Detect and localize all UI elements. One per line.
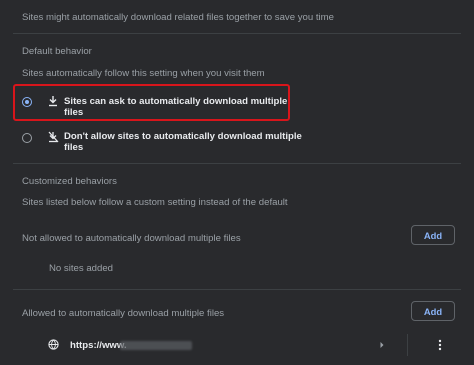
redacted-url [120, 341, 192, 350]
option-allow-label: Sites can ask to automatically download … [64, 96, 288, 118]
add-not-allowed-button[interactable]: Add [411, 225, 455, 245]
globe-icon [48, 339, 59, 350]
divider [13, 33, 461, 34]
default-behavior-heading: Default behavior [22, 46, 92, 57]
no-sites-text: No sites added [49, 263, 113, 274]
download-blocked-icon [48, 131, 59, 143]
option-block[interactable]: Don't allow sites to automatically downl… [18, 126, 318, 153]
radio-unselected[interactable] [22, 133, 32, 143]
top-description: Sites might automatically download relat… [22, 12, 334, 23]
default-behavior-description: Sites automatically follow this setting … [22, 68, 265, 79]
option-block-label: Don't allow sites to automatically downl… [64, 131, 302, 153]
allowed-title: Allowed to automatically download multip… [22, 308, 225, 319]
vertical-separator [407, 334, 408, 356]
site-url: https://www. [70, 340, 127, 351]
divider [13, 163, 461, 164]
download-icon [48, 95, 58, 107]
chevron-right-icon[interactable] [379, 341, 385, 349]
allowed-site-row[interactable]: https://www. [40, 333, 460, 358]
divider [13, 289, 461, 290]
option-allow-ask[interactable]: Sites can ask to automatically download … [18, 90, 288, 118]
customized-heading: Customized behaviors [22, 176, 117, 187]
not-allowed-title: Not allowed to automatically download mu… [22, 233, 241, 244]
customized-description: Sites listed below follow a custom setti… [22, 197, 288, 208]
radio-selected[interactable] [22, 97, 32, 107]
add-allowed-button[interactable]: Add [411, 301, 455, 321]
more-actions-icon[interactable] [438, 339, 442, 351]
